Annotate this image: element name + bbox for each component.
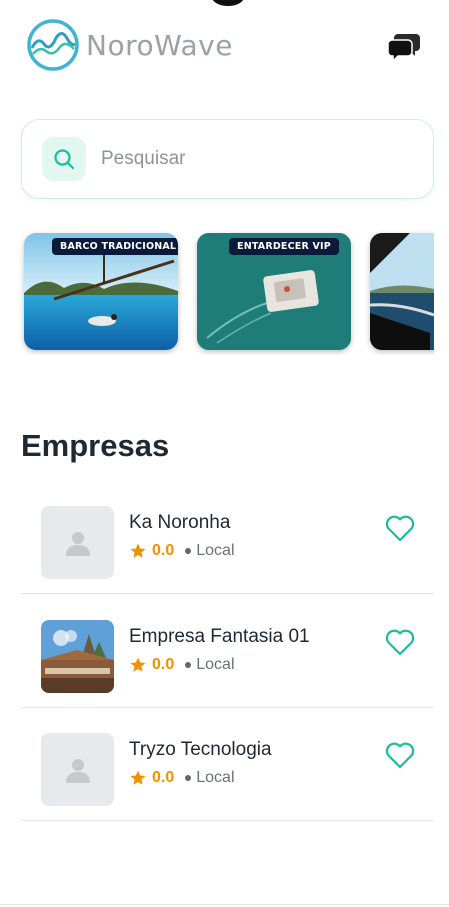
wave-logo-icon <box>27 19 79 71</box>
company-card[interactable]: Empresa Fantasia 01 0.0 Local <box>21 594 434 708</box>
search-icon <box>54 149 75 170</box>
company-meta: 0.0 Local <box>129 656 235 674</box>
banner-carousel[interactable]: BARCO TRADICIONAL ENTARDECER VIP <box>0 230 434 355</box>
company-card[interactable]: Tryzo Tecnologia 0.0 Local <box>21 707 434 821</box>
search-icon-button[interactable] <box>42 137 86 181</box>
company-location: Local <box>196 542 235 559</box>
chat-bubbles-icon[interactable] <box>386 28 422 64</box>
company-location: Local <box>196 656 235 673</box>
star-icon <box>130 543 146 558</box>
bottom-divider <box>0 904 449 905</box>
resort-photo-image <box>41 620 114 693</box>
separator-dot <box>185 775 192 781</box>
heart-icon[interactable] <box>385 628 415 656</box>
company-name: Empresa Fantasia 01 <box>129 626 310 647</box>
section-title: Empresas <box>21 428 170 463</box>
company-rating: 0.0 <box>152 656 175 673</box>
banner-label: ENTARDECER VIP <box>229 238 339 255</box>
company-card[interactable]: Ka Noronha 0.0 Local <box>21 480 434 594</box>
coast-banner-image <box>370 233 434 350</box>
header: NoroWave <box>0 0 449 95</box>
separator-dot <box>185 662 192 668</box>
user-placeholder-icon <box>65 531 90 556</box>
company-meta: 0.0 Local <box>129 542 235 560</box>
company-rating: 0.0 <box>152 542 175 559</box>
search-bar[interactable] <box>21 119 434 199</box>
company-name: Ka Noronha <box>129 512 231 533</box>
company-name: Tryzo Tecnologia <box>129 739 272 760</box>
search-input[interactable] <box>101 148 401 170</box>
heart-icon[interactable] <box>385 514 415 542</box>
user-placeholder-icon <box>65 758 90 783</box>
banner-third[interactable] <box>370 233 434 350</box>
heart-icon[interactable] <box>385 741 415 769</box>
banner-entardecer-vip[interactable]: ENTARDECER VIP <box>197 233 351 350</box>
banner-label: BARCO TRADICIONAL <box>52 238 178 255</box>
company-meta: 0.0 Local <box>129 769 235 787</box>
app-logo: NoroWave <box>26 18 233 72</box>
star-icon <box>130 770 146 785</box>
app-name: NoroWave <box>86 28 233 62</box>
company-photo <box>41 620 114 693</box>
company-avatar <box>41 506 114 579</box>
star-icon <box>130 657 146 672</box>
company-rating: 0.0 <box>152 769 175 786</box>
company-avatar <box>41 733 114 806</box>
company-location: Local <box>196 769 235 786</box>
banner-barco-tradicional[interactable]: BARCO TRADICIONAL <box>24 233 178 350</box>
separator-dot <box>185 548 192 554</box>
